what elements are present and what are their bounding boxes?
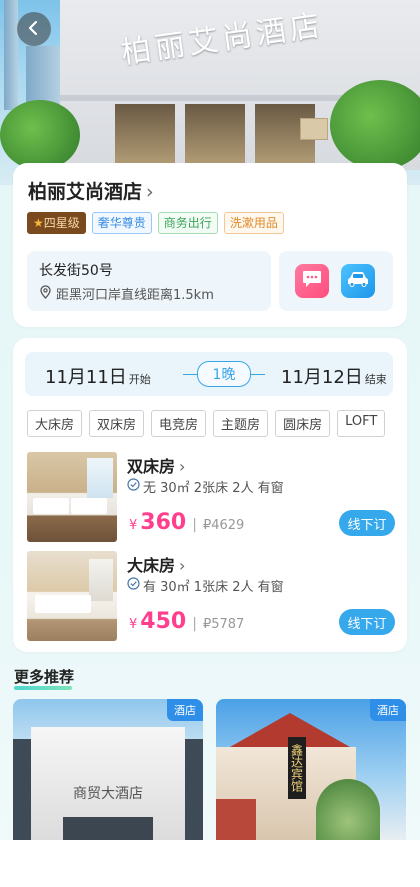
room-type-tab[interactable]: 大床房: [27, 410, 83, 437]
original-price: ₽4629: [202, 518, 245, 533]
back-button[interactable]: [17, 12, 51, 46]
divider: [183, 374, 197, 375]
room-type-filters: 大床房 双床房 电竞房 主题房 圆床房 LOFT: [27, 410, 386, 437]
bottom-area: [0, 840, 420, 887]
book-offline-button[interactable]: 线下订: [339, 609, 395, 635]
room-type-tab[interactable]: 双床房: [89, 410, 145, 437]
chevron-right-icon: ›: [179, 556, 186, 575]
recommend-title: 更多推荐: [14, 668, 75, 686]
title-underline: [14, 686, 72, 690]
taxi-button[interactable]: [341, 264, 375, 298]
address-street: 长发街50号: [39, 263, 113, 279]
room-name: 双床房: [127, 457, 176, 476]
plant: [330, 80, 420, 170]
tag-toiletries: 洗漱用品: [223, 212, 284, 234]
check-circle-icon: [127, 478, 140, 495]
background-building: [26, 46, 62, 106]
check-circle-icon: [127, 577, 140, 594]
room-name: 大床房: [127, 556, 176, 575]
room-price: ¥ 450 | ₽5787: [129, 609, 245, 634]
chat-icon: [301, 269, 323, 293]
location-pin-icon: [39, 284, 52, 303]
tag-business: 商务出行: [157, 212, 218, 234]
recommend-hotel-sign: 鑫达宾馆: [288, 737, 306, 799]
chevron-right-icon: ›: [146, 181, 154, 203]
date-selector[interactable]: 11月11日 开始 1晚 11月12日 结束: [25, 352, 393, 396]
hotel-badge: 酒店: [167, 699, 203, 721]
original-price: ₽5787: [202, 617, 245, 632]
star-icon: ★: [33, 216, 44, 230]
chevron-left-icon: [26, 17, 42, 41]
room-type-tab[interactable]: 主题房: [213, 410, 269, 437]
tree: [0, 100, 80, 170]
chevron-right-icon: ›: [179, 457, 186, 476]
recommend-card[interactable]: 鑫达宾馆 酒店: [216, 699, 406, 840]
room-type-tab[interactable]: LOFT: [337, 410, 386, 437]
hotel-info-card: 柏丽艾尚酒店 › ★四星级 奢华尊贵 商务出行 洗漱用品 长发街50号 距黑河口岸…: [13, 163, 407, 327]
hotel-name: 柏丽艾尚酒店: [28, 181, 143, 203]
book-offline-button[interactable]: 线下订: [339, 510, 395, 536]
room-name-link[interactable]: 双床房 ›: [127, 453, 185, 477]
room-item[interactable]: 双床房 › 无 30㎡ 2张床 2人 有窗 ¥ 360 | ₽4629 线下订: [27, 452, 395, 542]
room-details: 有 30㎡ 1张床 2人 有窗: [127, 576, 284, 595]
background-building: [4, 0, 18, 110]
recommend-card[interactable]: 商贸大酒店 酒店: [13, 699, 203, 840]
chat-button[interactable]: [295, 264, 329, 298]
hotel-badge: 酒店: [370, 699, 406, 721]
room-type-tab[interactable]: 电竞房: [151, 410, 207, 437]
hotel-name-link[interactable]: 柏丽艾尚酒店 ›: [28, 177, 154, 204]
price-divider: |: [192, 616, 197, 632]
price-divider: |: [192, 517, 197, 533]
address-distance: 距黑河口岸直线距离1.5km: [39, 284, 214, 303]
room-item[interactable]: 大床房 › 有 30㎡ 1张床 2人 有窗 ¥ 450 | ₽5787 线下订: [27, 551, 395, 641]
action-buttons: [279, 251, 393, 311]
checkin-date: 11月11日 开始: [45, 367, 151, 388]
nights-count: 1晚: [197, 361, 251, 387]
hotel-tags: ★四星级 奢华尊贵 商务出行 洗漱用品: [27, 212, 284, 234]
rooms-card: 11月11日 开始 1晚 11月12日 结束 大床房 双床房 电竞房 主题房 圆床房…: [13, 338, 407, 652]
room-photo: [27, 452, 117, 542]
room-type-tab[interactable]: 圆床房: [275, 410, 331, 437]
car-icon: [346, 270, 370, 292]
divider: [251, 374, 265, 375]
room-photo: [27, 551, 117, 641]
room-name-link[interactable]: 大床房 ›: [127, 552, 185, 576]
star-level-tag: ★四星级: [27, 212, 86, 234]
checkout-date: 11月12日 结束: [281, 367, 387, 388]
recommend-hotel-sign: 商贸大酒店: [73, 786, 143, 802]
room-details: 无 30㎡ 2张床 2人 有窗: [127, 477, 284, 496]
tag-luxury: 奢华尊贵: [91, 212, 152, 234]
hotel-hero-image: 柏丽艾尚酒店: [0, 0, 420, 185]
room-price: ¥ 360 | ₽4629: [129, 510, 245, 535]
address-box[interactable]: 长发街50号 距黑河口岸直线距离1.5km: [27, 251, 271, 311]
